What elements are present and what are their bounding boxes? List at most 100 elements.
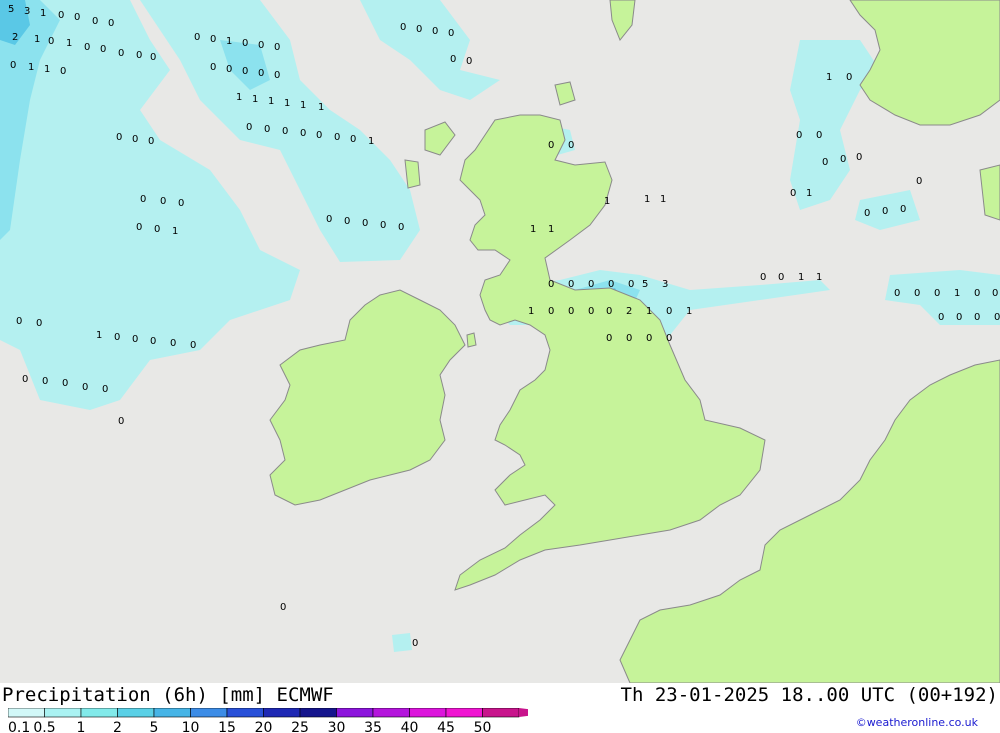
legend-swatch-2 <box>80 708 118 718</box>
grid-value: 1 <box>44 64 50 75</box>
grid-value: 0 <box>280 602 286 613</box>
legend-label-15: 15 <box>218 720 236 733</box>
grid-value: 0 <box>666 306 672 317</box>
grid-value: 0 <box>992 288 998 299</box>
grid-value: 0 <box>10 60 16 71</box>
legend-label-10: 10 <box>182 720 200 733</box>
credit-link[interactable]: ©weatheronline.co.uk <box>856 716 978 729</box>
grid-value: 0 <box>132 134 138 145</box>
grid-value: 0 <box>150 336 156 347</box>
grid-value: 0 <box>194 32 200 43</box>
legend-label-1: 1 <box>77 720 86 733</box>
legend-label-45: 45 <box>437 720 455 733</box>
legend-swatch-13 <box>482 708 520 718</box>
grid-value: 0 <box>938 312 944 323</box>
grid-value: 1 <box>604 196 610 207</box>
grid-value: 0 <box>778 272 784 283</box>
grid-value: 0 <box>100 44 106 55</box>
grid-value: 0 <box>416 24 422 35</box>
legend-swatch-6 <box>226 708 264 718</box>
grid-value: 2 <box>626 306 632 317</box>
grid-value: 1 <box>318 102 324 113</box>
legend-swatch-4 <box>153 708 191 718</box>
grid-value: 0 <box>568 140 574 151</box>
legend-swatch-7 <box>263 708 301 718</box>
grid-value: 1 <box>40 8 46 19</box>
legend-label-40: 40 <box>401 720 419 733</box>
map-timestamp: Th 23-01-2025 18..00 UTC (00+192) <box>620 684 999 706</box>
grid-value: 0 <box>914 288 920 299</box>
legend-swatch-0 <box>8 708 45 718</box>
grid-value: 1 <box>816 272 822 283</box>
legend-swatch-8 <box>299 708 337 718</box>
grid-value: 0 <box>316 130 322 141</box>
grid-value: 1 <box>226 36 232 47</box>
grid-value: 3 <box>662 279 668 290</box>
grid-value: 0 <box>116 132 122 143</box>
grid-value: 0 <box>840 154 846 165</box>
grid-value: 0 <box>274 42 280 53</box>
grid-value: 0 <box>974 312 980 323</box>
grid-value: 0 <box>210 62 216 73</box>
grid-value: 0 <box>646 333 652 344</box>
grid-value: 0 <box>916 176 922 187</box>
grid-value: 0 <box>628 279 634 290</box>
grid-value: 0 <box>666 333 672 344</box>
grid-value: 0 <box>150 52 156 63</box>
grid-value: 5 <box>8 4 14 15</box>
grid-value: 0 <box>450 54 456 65</box>
grid-value: 0 <box>114 332 120 343</box>
grid-value: 0 <box>246 122 252 133</box>
legend-label-0.1: 0.1 <box>8 720 30 733</box>
grid-value: 0 <box>466 56 472 67</box>
grid-value: 1 <box>646 306 652 317</box>
grid-value: 1 <box>368 136 374 147</box>
grid-value: 0 <box>136 222 142 233</box>
grid-value: 0 <box>864 208 870 219</box>
grid-value: 0 <box>74 12 80 23</box>
grid-value: 0 <box>432 26 438 37</box>
grid-value: 0 <box>148 136 154 147</box>
grid-value: 0 <box>796 130 802 141</box>
grid-value: 0 <box>448 28 454 39</box>
legend-swatch-11 <box>409 708 447 718</box>
legend-label-25: 25 <box>291 720 309 733</box>
grid-value: 1 <box>34 34 40 45</box>
grid-value: 0 <box>548 306 554 317</box>
legend-label-20: 20 <box>255 720 273 733</box>
grid-value: 0 <box>326 214 332 225</box>
grid-value: 0 <box>42 376 48 387</box>
grid-value: 0 <box>344 216 350 227</box>
legend-swatch-3 <box>117 708 155 718</box>
grid-value: 0 <box>62 378 68 389</box>
grid-value: 1 <box>252 94 258 105</box>
grid-value: 1 <box>96 330 102 341</box>
grid-value: 1 <box>528 306 534 317</box>
grid-value: 0 <box>82 382 88 393</box>
grid-value: 0 <box>282 126 288 137</box>
grid-value: 0 <box>108 18 114 29</box>
grid-value: 0 <box>846 72 852 83</box>
grid-value: 0 <box>398 222 404 233</box>
grid-value: 1 <box>806 188 812 199</box>
legend-label-2: 2 <box>113 720 122 733</box>
grid-value: 1 <box>660 194 666 205</box>
grid-value: 0 <box>274 70 280 81</box>
grid-value: 1 <box>268 96 274 107</box>
grid-value: 0 <box>242 38 248 49</box>
grid-value: 0 <box>400 22 406 33</box>
grid-value: 3 <box>24 6 30 17</box>
grid-value: 0 <box>856 152 862 163</box>
grid-value: 0 <box>210 34 216 45</box>
grid-value: 0 <box>412 638 418 649</box>
grid-value: 0 <box>934 288 940 299</box>
legend-label-30: 30 <box>328 720 346 733</box>
grid-value: 0 <box>36 318 42 329</box>
precipitation-legend: 0.1 0.5 1 2 5 10 15 20 25 30 35 40 45 50 <box>8 708 528 733</box>
grid-value: 0 <box>242 66 248 77</box>
grid-value: 5 <box>642 279 648 290</box>
grid-value: 0 <box>136 50 142 61</box>
grid-value: 1 <box>66 38 72 49</box>
grid-value: 0 <box>760 272 766 283</box>
grid-value: 0 <box>626 333 632 344</box>
